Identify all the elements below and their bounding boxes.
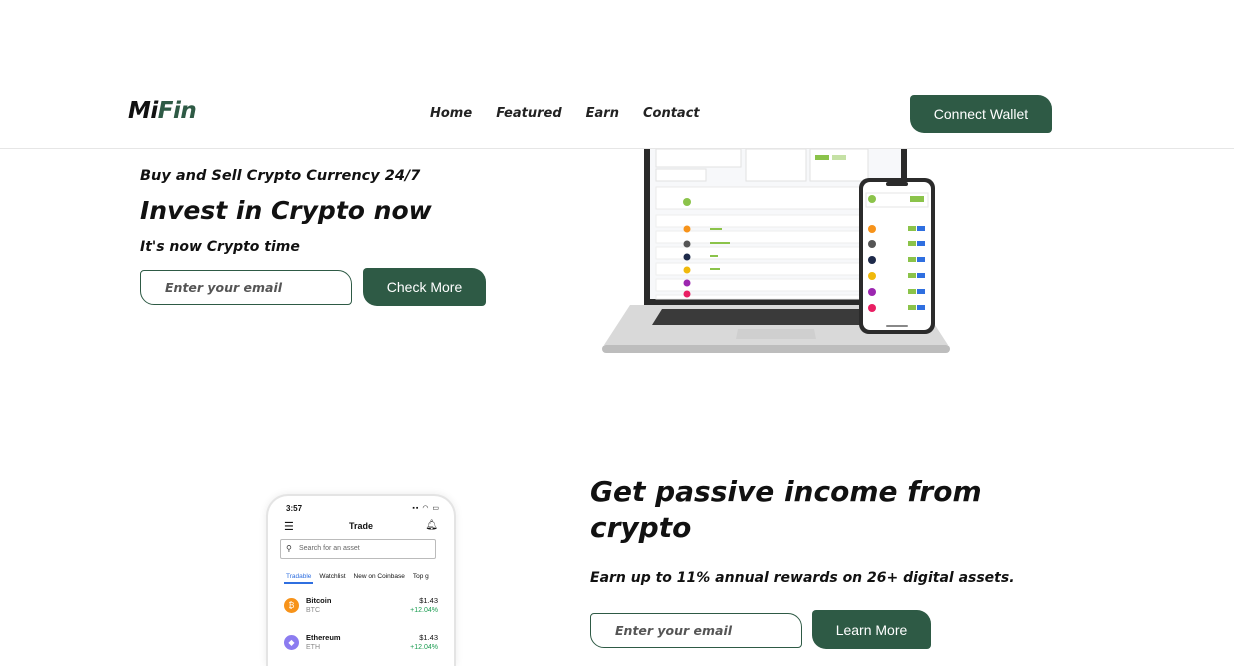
asset-change: +12.04%: [410, 607, 438, 614]
connect-wallet-button[interactable]: Connect Wallet: [910, 95, 1052, 133]
asset-price: $1.43: [419, 596, 438, 605]
asset-search-placeholder: Search for an asset: [299, 545, 360, 552]
learn-more-button[interactable]: Learn More: [812, 610, 931, 649]
hero-title: Invest in Crypto now: [140, 196, 432, 225]
asset-row: ₿ Bitcoin BTC $1.43 +12.04%: [282, 595, 438, 621]
phone-tabs: Tradable Watchlist New on Coinbase Top g: [283, 573, 429, 584]
phone-time: 3:57: [286, 504, 303, 513]
trade-phone-mockup: 3:57 ▪▪ ◠ ▭ ☰ Trade 🔔︎ ⚲ Search for an a…: [266, 494, 456, 666]
passive-email-input[interactable]: [590, 613, 802, 648]
asset-price: $1.43: [419, 633, 438, 642]
phone-app-illustration: [859, 178, 935, 334]
tab-new-on-coinbase: New on Coinbase: [353, 573, 405, 580]
asset-search-field: ⚲ Search for an asset: [280, 539, 436, 559]
nav-contact[interactable]: Contact: [643, 106, 700, 121]
logo[interactable]: MiFin: [128, 98, 197, 124]
asset-name: Ethereum: [306, 633, 341, 642]
nav-earn[interactable]: Earn: [586, 106, 619, 121]
hero-email-input[interactable]: [140, 270, 352, 305]
asset-symbol: ETH: [306, 644, 320, 651]
hero-subtitle: It's now Crypto time: [140, 239, 300, 255]
passive-income-subtitle: Earn up to 11% annual rewards on 26+ dig…: [590, 570, 1015, 586]
asset-row: ◆ Ethereum ETH $1.43 +12.04%: [282, 632, 438, 658]
ethereum-icon: ◆: [284, 635, 299, 650]
nav-featured[interactable]: Featured: [496, 106, 561, 121]
asset-change: +12.04%: [410, 644, 438, 651]
site-header: MiFin Home Featured Earn Contact Connect…: [0, 0, 1234, 149]
tab-watchlist: Watchlist: [319, 573, 346, 580]
signal-battery-icon: ▪▪ ◠ ▭: [412, 505, 440, 512]
main-nav: Home Featured Earn Contact: [430, 106, 700, 121]
asset-symbol: BTC: [306, 607, 320, 614]
hero-kicker: Buy and Sell Crypto Currency 24/7: [140, 168, 421, 184]
bell-icon: 🔔︎: [425, 520, 438, 531]
logo-mi: Mi: [128, 98, 158, 124]
asset-name: Bitcoin: [306, 596, 332, 605]
bitcoin-icon: ₿: [284, 598, 299, 613]
tab-tradable: Tradable: [283, 573, 314, 584]
search-icon: ⚲: [286, 544, 292, 553]
logo-fin: Fin: [157, 98, 197, 124]
nav-home[interactable]: Home: [430, 106, 472, 121]
tab-top-gainers: Top g: [412, 573, 429, 580]
passive-income-title: Get passive income from crypto: [590, 475, 982, 544]
check-more-button[interactable]: Check More: [363, 268, 486, 306]
